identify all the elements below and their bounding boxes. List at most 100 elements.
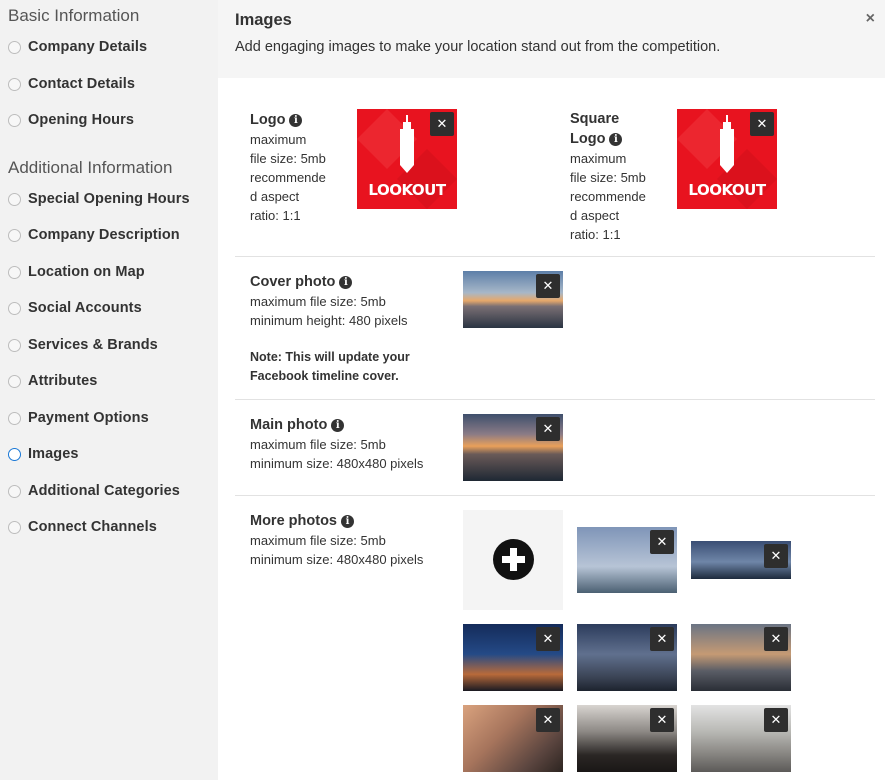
cover-photo-spec-line: maximum file size: 5mb <box>250 294 386 309</box>
radio-icon[interactable] <box>8 411 21 425</box>
section-additional-information: Additional Information <box>8 158 173 177</box>
section-basic-information: Basic Information <box>8 6 140 25</box>
info-icon[interactable]: i <box>289 114 303 127</box>
close-icon[interactable]: × <box>866 10 875 28</box>
sidebar-item-images[interactable]: Images <box>8 444 79 464</box>
sidebar-item-label: Opening Hours <box>28 112 135 128</box>
square-logo-image: LOOKOUT ✕ <box>677 109 777 209</box>
radio-icon[interactable] <box>8 113 21 127</box>
sidebar-item-label: Contact Details <box>28 76 136 92</box>
page-description: Add engaging images to make your locatio… <box>235 39 721 55</box>
sidebar-item-label: Connect Channels <box>28 519 157 535</box>
delete-main-photo-button[interactable]: ✕ <box>536 417 560 441</box>
logo-wordmark: LOOKOUT <box>688 181 766 199</box>
delete-photo-button[interactable]: ✕ <box>650 708 674 732</box>
sidebar-item-attributes[interactable]: Attributes <box>8 371 97 391</box>
main-photo-label: Main photo i maximum file size: 5mb minim… <box>250 415 450 473</box>
radio-icon[interactable] <box>8 301 21 315</box>
sidebar-item-services-brands[interactable]: Services & Brands <box>8 335 158 355</box>
logo-spec-line: d aspect <box>250 189 300 204</box>
divider <box>235 256 875 257</box>
delete-photo-button[interactable]: ✕ <box>764 627 788 651</box>
gallery-photo: ✕ <box>691 541 791 579</box>
radio-icon[interactable] <box>8 520 21 534</box>
logo-spec-line: ratio: 1:1 <box>250 208 301 223</box>
panel-header: Images Add engaging images to make your … <box>218 0 885 78</box>
sidebar-item-location-on-map[interactable]: Location on Map <box>8 262 145 282</box>
more-photos-title: More photos <box>250 513 337 529</box>
gallery-photo: ✕ <box>691 705 791 772</box>
gallery-photo: ✕ <box>577 527 677 593</box>
divider <box>235 495 875 496</box>
logo-image: LOOKOUT ✕ <box>357 109 457 209</box>
divider <box>235 399 875 400</box>
logo-wordmark: LOOKOUT <box>368 181 446 199</box>
page-title: Images <box>235 11 292 29</box>
sidebar-item-label: Company Details <box>28 39 148 55</box>
sidebar-item-company-description[interactable]: Company Description <box>8 225 180 245</box>
radio-icon[interactable] <box>8 374 21 388</box>
radio-icon-active[interactable] <box>8 447 21 461</box>
delete-photo-button[interactable]: ✕ <box>650 627 674 651</box>
square-logo-spec-line: d aspect <box>570 208 620 223</box>
sidebar-item-label: Company Description <box>28 227 180 243</box>
sidebar-item-connect-channels[interactable]: Connect Channels <box>8 517 157 537</box>
radio-icon[interactable] <box>8 228 21 242</box>
delete-cover-photo-button[interactable]: ✕ <box>536 274 560 298</box>
main-photo-spec-line: maximum file size: 5mb <box>250 437 386 452</box>
more-photos-label: More photos i maximum file size: 5mb mini… <box>250 511 450 569</box>
cover-photo-spec-line: minimum height: 480 pixels <box>250 313 408 328</box>
info-icon[interactable]: i <box>331 419 345 432</box>
gallery-photo: ✕ <box>463 624 563 691</box>
info-icon[interactable]: i <box>609 133 623 146</box>
sidebar-item-label: Location on Map <box>28 264 145 280</box>
delete-photo-button[interactable]: ✕ <box>764 708 788 732</box>
more-photos-spec-line: minimum size: 480x480 pixels <box>250 552 424 567</box>
logo-spec-line: recommende <box>250 170 326 185</box>
sidebar-item-label: Images <box>28 446 79 462</box>
radio-icon[interactable] <box>8 192 21 206</box>
delete-photo-button[interactable]: ✕ <box>764 544 788 568</box>
gallery-photo: ✕ <box>463 705 563 772</box>
sidebar-item-special-opening-hours[interactable]: Special Opening Hours <box>8 189 190 209</box>
info-icon[interactable]: i <box>339 276 353 289</box>
sidebar-item-label: Attributes <box>28 373 98 389</box>
radio-icon[interactable] <box>8 338 21 352</box>
square-logo-title: Square <box>570 111 620 127</box>
radio-icon[interactable] <box>8 77 21 91</box>
add-photo-button[interactable] <box>463 510 563 610</box>
radio-icon[interactable] <box>8 484 21 498</box>
square-logo-title: Logo <box>570 131 606 147</box>
gallery-photo: ✕ <box>577 705 677 772</box>
sidebar-item-additional-categories[interactable]: Additional Categories <box>8 481 180 501</box>
sidebar-item-company-details[interactable]: Company Details <box>8 37 147 57</box>
sidebar-item-social-accounts[interactable]: Social Accounts <box>8 298 142 318</box>
square-logo-spec-line: recommende <box>570 189 646 204</box>
main-photo-spec-line: minimum size: 480x480 pixels <box>250 456 424 471</box>
main-photo-title: Main photo <box>250 417 328 433</box>
sidebar-item-opening-hours[interactable]: Opening Hours <box>8 110 134 130</box>
delete-photo-button[interactable]: ✕ <box>536 708 560 732</box>
sidebar-item-payment-options[interactable]: Payment Options <box>8 408 149 428</box>
radio-icon[interactable] <box>8 265 21 279</box>
delete-square-logo-button[interactable]: ✕ <box>750 112 774 136</box>
radio-icon[interactable] <box>8 40 21 54</box>
sidebar-item-label: Services & Brands <box>28 337 158 353</box>
logo-spec-line: maximum <box>250 132 307 147</box>
square-logo-label: Square Logo i maximum file size: 5mb reco… <box>570 110 662 244</box>
gallery-photo: ✕ <box>691 624 791 691</box>
square-logo-spec-line: ratio: 1:1 <box>570 227 621 242</box>
square-logo-spec-line: maximum <box>570 151 627 166</box>
sidebar: Basic Information Company Details Contac… <box>0 0 218 780</box>
more-photos-spec-line: maximum file size: 5mb <box>250 533 386 548</box>
delete-logo-button[interactable]: ✕ <box>430 112 454 136</box>
cover-photo-label: Cover photo i maximum file size: 5mb mini… <box>250 272 450 386</box>
cover-photo-image: ✕ <box>463 271 563 328</box>
info-icon[interactable]: i <box>341 515 354 528</box>
sidebar-item-contact-details[interactable]: Contact Details <box>8 74 135 94</box>
delete-photo-button[interactable]: ✕ <box>650 530 674 554</box>
square-logo-spec-line: file size: 5mb <box>570 170 646 185</box>
delete-photo-button[interactable]: ✕ <box>536 627 560 651</box>
sidebar-item-label: Payment Options <box>28 410 149 426</box>
